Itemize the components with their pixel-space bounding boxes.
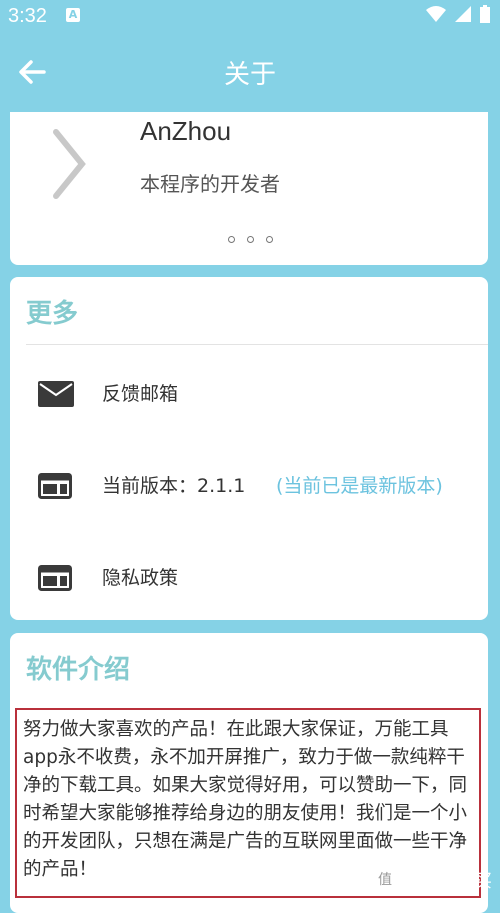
window-icon	[38, 565, 72, 591]
privacy-policy-label: 隐私政策	[102, 567, 179, 589]
wifi-icon	[426, 6, 446, 22]
page-title: 关于	[223, 60, 276, 90]
developer-card[interactable]: AnZhou 本程序的开发者	[10, 112, 488, 265]
feedback-email-item[interactable]: 反馈邮箱	[10, 363, 488, 423]
status-time: 3:32	[8, 5, 47, 27]
battery-icon	[480, 5, 490, 23]
status-bar: 3:32 A	[0, 0, 500, 32]
status-icons	[426, 5, 490, 23]
watermark-logo: 值	[374, 869, 396, 891]
watermark: 值 什么值得买	[374, 867, 492, 893]
more-section-title: 更多	[26, 299, 79, 329]
privacy-policy-item[interactable]: 隐私政策	[10, 547, 488, 607]
page-dot	[228, 236, 235, 243]
developer-role: 本程序的开发者	[140, 172, 280, 196]
version-item[interactable]: 当前版本：2.1.1 (当前已是最新版本)	[10, 455, 488, 515]
notification-icon: A	[66, 8, 80, 22]
watermark-text: 什么值得买	[402, 871, 492, 892]
signal-icon	[455, 6, 471, 22]
app-bar: 关于	[0, 32, 500, 112]
intro-section-title: 软件介绍	[26, 655, 131, 685]
developer-name: AnZhou	[140, 116, 232, 146]
feedback-email-label: 反馈邮箱	[102, 383, 179, 405]
page-dot	[247, 236, 254, 243]
window-icon	[38, 473, 72, 499]
version-status: (当前已是最新版本)	[276, 475, 443, 497]
page-dot	[266, 236, 273, 243]
version-label: 当前版本：2.1.1	[102, 475, 246, 497]
more-card: 更多 反馈邮箱 当前版本：2.1.1 (当前已是最新版本) 隐私政策	[10, 277, 488, 620]
page-indicator	[228, 236, 273, 243]
chevron-right-icon[interactable]	[50, 124, 90, 204]
mail-icon	[38, 381, 74, 407]
divider	[26, 344, 488, 345]
